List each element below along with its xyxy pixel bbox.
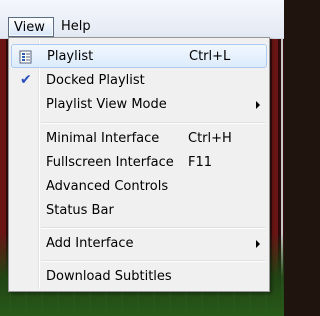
menu-item-label: Status Bar bbox=[46, 203, 114, 218]
menu-bar: View Help bbox=[0, 0, 284, 39]
menu-item-status-bar[interactable]: Status Bar bbox=[11, 199, 267, 223]
submenu-arrow-icon bbox=[256, 101, 260, 109]
menu-item-label: Playlist View Mode bbox=[46, 97, 167, 112]
playlist-icon bbox=[19, 49, 33, 68]
menu-view[interactable]: View bbox=[8, 17, 54, 37]
menu-item-label: Download Subtitles bbox=[46, 269, 172, 284]
menu-separator bbox=[41, 122, 265, 124]
menu-item-label: Add Interface bbox=[46, 236, 134, 251]
menu-item-playlist[interactable]: Playlist Ctrl+L bbox=[11, 44, 267, 68]
menu-item-docked-playlist[interactable]: ✔ Docked Playlist bbox=[11, 69, 267, 93]
menu-item-fullscreen-interface[interactable]: Fullscreen Interface F11 bbox=[11, 151, 267, 175]
menu-item-minimal-interface[interactable]: Minimal Interface Ctrl+H bbox=[11, 127, 267, 151]
menu-item-add-interface[interactable]: Add Interface bbox=[11, 232, 267, 256]
menu-help[interactable]: Help bbox=[56, 17, 102, 37]
menu-item-advanced-controls[interactable]: Advanced Controls bbox=[11, 175, 267, 199]
submenu-arrow-icon bbox=[256, 240, 260, 248]
menu-item-shortcut: Ctrl+L bbox=[189, 49, 231, 64]
menu-item-shortcut: Ctrl+H bbox=[188, 131, 232, 146]
menu-separator bbox=[41, 260, 265, 262]
menu-item-label: Docked Playlist bbox=[46, 73, 145, 88]
menu-item-shortcut: F11 bbox=[188, 155, 213, 170]
menu-item-label: Minimal Interface bbox=[46, 131, 160, 146]
checkmark-icon: ✔ bbox=[20, 72, 32, 88]
menu-separator bbox=[41, 227, 265, 229]
menu-item-label: Fullscreen Interface bbox=[46, 155, 174, 170]
menu-item-label: Playlist bbox=[47, 49, 94, 64]
menu-item-download-subtitles[interactable]: Download Subtitles bbox=[11, 265, 267, 289]
menu-item-label: Advanced Controls bbox=[46, 179, 169, 194]
menu-item-playlist-view-mode[interactable]: Playlist View Mode bbox=[11, 93, 267, 117]
view-menu-dropdown: Playlist Ctrl+L ✔ Docked Playlist Playli… bbox=[8, 37, 270, 292]
